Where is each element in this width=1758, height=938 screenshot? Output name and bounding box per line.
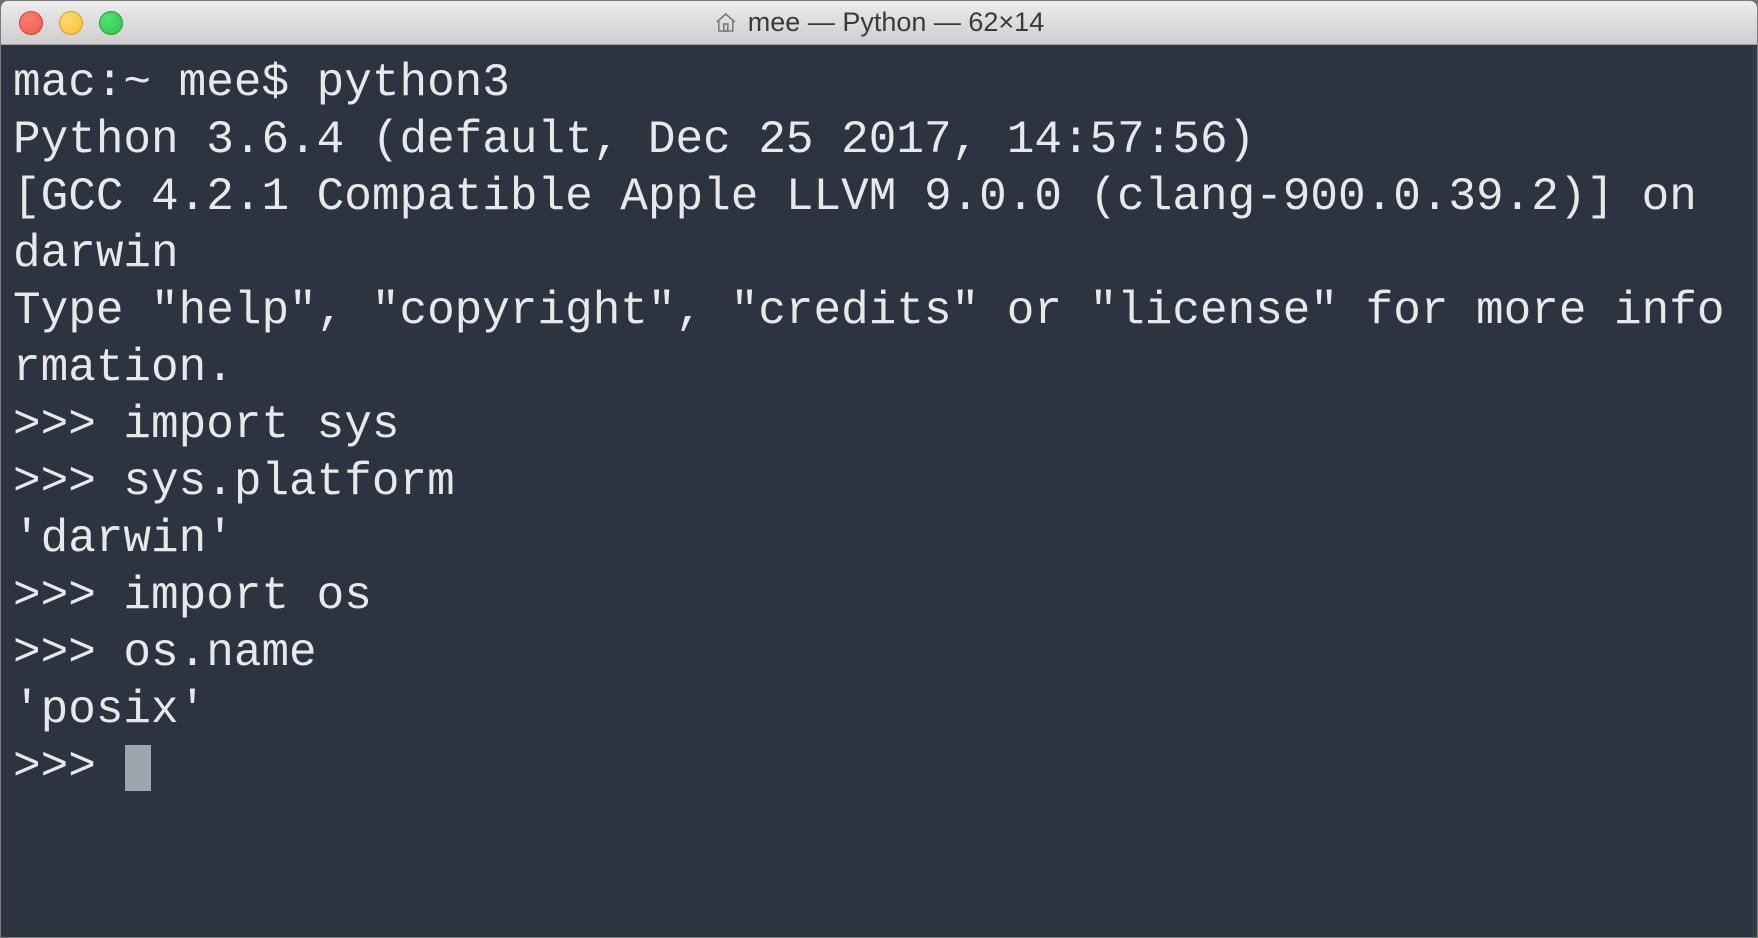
terminal-line: Type "help", "copyright", "credits" or "…: [13, 285, 1724, 394]
terminal-line: mac:~ mee$ python3: [13, 57, 510, 109]
minimize-button[interactable]: [59, 11, 83, 35]
terminal-line: Python 3.6.4 (default, Dec 25 2017, 14:5…: [13, 114, 1283, 166]
terminal-line: 'darwin': [13, 513, 234, 565]
terminal-line: >>> import os: [13, 570, 372, 622]
terminal-line: >>> os.name: [13, 627, 317, 679]
terminal-line: 'posix': [13, 684, 206, 736]
terminal-line: [GCC 4.2.1 Compatible Apple LLVM 9.0.0 (…: [13, 171, 1724, 280]
scrollbar-track[interactable]: [1752, 46, 1758, 938]
traffic-lights: [19, 11, 123, 35]
terminal-prompt-line: >>>: [13, 741, 123, 793]
home-icon: [714, 11, 738, 35]
terminal-line: >>> sys.platform: [13, 456, 455, 508]
terminal-window: mee — Python — 62×14 mac:~ mee$ python3 …: [0, 0, 1758, 938]
close-button[interactable]: [19, 11, 43, 35]
cursor-icon: [125, 745, 150, 791]
terminal-line: >>> import sys: [13, 399, 399, 451]
window-title: mee — Python — 62×14: [748, 7, 1044, 38]
titlebar-title-wrap: mee — Python — 62×14: [714, 7, 1044, 38]
terminal-body[interactable]: mac:~ mee$ python3 Python 3.6.4 (default…: [1, 45, 1757, 937]
maximize-button[interactable]: [99, 11, 123, 35]
titlebar: mee — Python — 62×14: [1, 1, 1757, 45]
